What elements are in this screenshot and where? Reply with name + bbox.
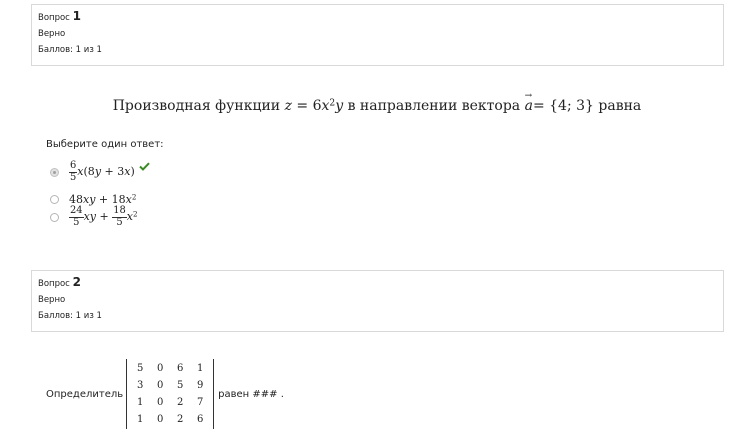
question-state: Верно [38, 295, 66, 305]
question-number: 2 [72, 275, 81, 289]
answer-option-3-formula: 24 5 xy + 18 5 x2 [69, 205, 138, 228]
answer-option-1[interactable]: 6 5 x(8y + 3x) [50, 160, 150, 183]
matrix-cell: 5 [136, 363, 144, 374]
question-grade: Баллов: 1 из 1 [38, 45, 102, 55]
matrix-cell: 0 [156, 397, 164, 408]
answer-option-3[interactable]: 24 5 xy + 18 5 x2 [50, 205, 138, 228]
vector-formula: a → = {4; 3} [524, 91, 594, 114]
radio-button[interactable] [50, 194, 59, 204]
answer-option-1-formula: 6 5 x(8y + 3x) [69, 160, 135, 183]
question-1-info: Вопрос 1 Верно Баллов: 1 из 1 [31, 4, 724, 66]
matrix-cell: 0 [156, 363, 164, 374]
matrix-cell: 2 [176, 397, 184, 408]
matrix-cell: 9 [196, 380, 204, 391]
determinant-matrix: 5 0 6 1 3 0 5 9 1 0 2 7 1 0 2 6 [126, 359, 215, 429]
matrix-cell: 1 [136, 414, 144, 425]
matrix-row: 5 0 6 1 [130, 360, 210, 377]
matrix-cell: 0 [156, 380, 164, 391]
matrix-cell: 6 [196, 414, 204, 425]
question-text-after: равен ### . [218, 388, 284, 400]
question-text-after: равна [593, 98, 642, 114]
matrix-cell: 5 [176, 380, 184, 391]
matrix-cell: 1 [196, 363, 204, 374]
question-2-info: Вопрос 2 Верно Баллов: 1 из 1 [31, 270, 724, 332]
radio-button[interactable] [50, 212, 59, 222]
matrix-row: 1 0 2 7 [130, 394, 210, 411]
answer-option-2-formula: 48xy + 18x2 [69, 191, 137, 206]
question-text-before: Определитель [46, 388, 124, 400]
question-grade: Баллов: 1 из 1 [38, 311, 102, 321]
matrix-cell: 7 [196, 397, 204, 408]
radio-button-selected[interactable] [50, 167, 59, 177]
question-1-text: Производная функции z = 6x2y в направлен… [0, 91, 754, 114]
matrix-cell: 0 [156, 414, 164, 425]
question-number: 1 [72, 9, 81, 23]
question-text-middle: в направлении вектора [343, 98, 525, 114]
matrix-cell: 6 [176, 363, 184, 374]
matrix-row: 1 0 2 6 [130, 411, 210, 428]
matrix-row: 3 0 5 9 [130, 377, 210, 394]
function-formula: z = 6x2y [284, 98, 344, 114]
answer-prompt: Выберите один ответ: [46, 139, 164, 150]
question-label: Вопрос [38, 279, 70, 289]
matrix-cell: 3 [136, 380, 144, 391]
question-state: Верно [38, 29, 66, 39]
matrix-cell: 1 [136, 397, 144, 408]
check-icon [139, 162, 150, 171]
question-label: Вопрос [38, 13, 70, 23]
question-text-before: Производная функции [112, 98, 285, 114]
matrix-cell: 2 [176, 414, 184, 425]
question-2-text: Определитель 5 0 6 1 3 0 5 9 1 0 2 7 1 0… [46, 359, 284, 429]
